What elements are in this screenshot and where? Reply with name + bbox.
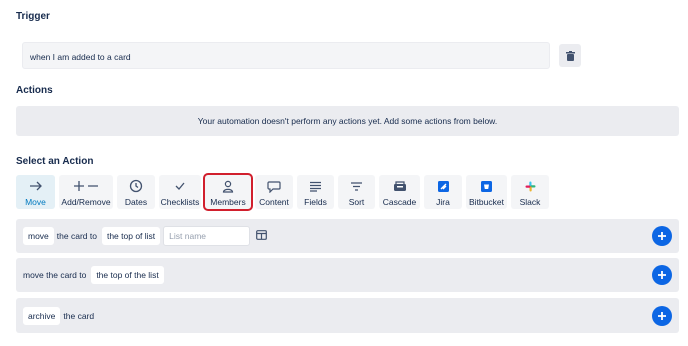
- tile-label: Jira: [436, 197, 450, 207]
- plus-icon: [658, 311, 666, 320]
- speech-bubble-icon: [267, 178, 281, 194]
- plus-icon: [658, 232, 666, 240]
- tile-checklists[interactable]: Checklists: [159, 175, 201, 209]
- tile-add-remove[interactable]: Add/Remove: [59, 175, 113, 209]
- person-icon: [222, 178, 234, 194]
- tile-members[interactable]: Members: [203, 173, 253, 211]
- lines-icon: [309, 178, 322, 194]
- tile-label: Sort: [348, 197, 365, 207]
- slack-icon: [525, 178, 536, 194]
- select-action-heading: Select an Action: [16, 156, 94, 167]
- check-icon: [174, 178, 186, 194]
- rule-text: move the card to: [23, 270, 87, 280]
- tile-label: Content: [259, 197, 289, 207]
- rule-text: the card to: [56, 231, 97, 241]
- sort-icon: [350, 178, 363, 194]
- tile-label: Fields: [304, 197, 327, 207]
- tile-dates[interactable]: Dates: [117, 175, 155, 209]
- tile-jira[interactable]: Jira: [424, 175, 462, 209]
- tile-label: Bitbucket: [469, 197, 504, 207]
- plus-minus-icon: [73, 178, 99, 194]
- cascade-icon: [393, 178, 407, 194]
- tile-label: Checklists: [160, 197, 200, 207]
- rule-text: the card: [63, 310, 95, 321]
- tile-label: Dates: [124, 197, 148, 207]
- clock-icon: [129, 178, 143, 194]
- tile-label: Cascade: [382, 197, 417, 207]
- tile-label: Add/Remove: [61, 197, 111, 207]
- trigger-heading: Trigger: [16, 11, 50, 22]
- tile-bitbucket[interactable]: Bitbucket: [466, 175, 507, 209]
- tile-cascade[interactable]: Cascade: [379, 175, 420, 209]
- add-action-button[interactable]: [652, 305, 672, 326]
- add-action-button[interactable]: [652, 265, 672, 285]
- tile-slack[interactable]: Slack: [511, 175, 549, 209]
- trash-icon: [565, 50, 575, 61]
- trigger-field[interactable]: when I am added to a card: [22, 42, 550, 69]
- bitbucket-icon: [481, 178, 492, 194]
- empty-actions-message: Your automation doesn't perform any acti…: [16, 106, 679, 136]
- tile-sort[interactable]: Sort: [338, 175, 375, 209]
- rule-chip-position[interactable]: the top of the list: [91, 266, 164, 284]
- rule-row-archive: archive the card: [16, 298, 679, 333]
- arrow-right-icon: [29, 178, 43, 194]
- board-icon[interactable]: [256, 230, 268, 242]
- add-action-button[interactable]: [652, 226, 672, 246]
- rule-row-move-to-top: move the card to the top of the list: [16, 258, 679, 292]
- tile-label: Move: [25, 197, 46, 207]
- actions-heading: Actions: [16, 85, 53, 96]
- empty-actions-text: Your automation doesn't perform any acti…: [197, 116, 498, 126]
- plus-icon: [658, 271, 666, 279]
- list-name-input[interactable]: [163, 226, 251, 246]
- tile-label: Members: [210, 197, 246, 207]
- rule-chip-position[interactable]: the top of list: [101, 227, 161, 245]
- tile-content[interactable]: Content: [255, 175, 293, 209]
- tile-label: Slack: [519, 197, 541, 207]
- rule-row-move-to-list: move the card to the top of list: [16, 219, 679, 253]
- action-tiles: Move Add/Remove Dates Checklists Members…: [16, 173, 549, 211]
- tile-move[interactable]: Move: [16, 175, 55, 209]
- jira-icon: [437, 178, 449, 194]
- rule-chip-action[interactable]: move: [23, 227, 54, 245]
- tile-fields[interactable]: Fields: [297, 175, 334, 209]
- delete-trigger-button[interactable]: [559, 44, 581, 67]
- rule-chip-action[interactable]: archive: [23, 306, 61, 325]
